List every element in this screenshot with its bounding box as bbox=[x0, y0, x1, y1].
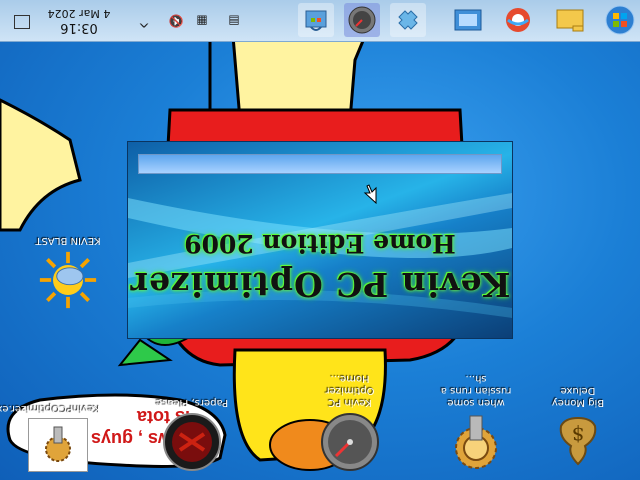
windows-start-icon bbox=[605, 5, 635, 35]
gamepad-icon bbox=[398, 10, 418, 30]
desktop-icon-kevin-exe[interactable]: KevinPCOptimizer.exe bbox=[0, 402, 100, 472]
clock-date: 4 Mar 2024 bbox=[47, 7, 111, 20]
desktop-icon-big-money[interactable]: $ Big Money Deluxe bbox=[536, 384, 620, 472]
desktop-icon-kevin-optimizer-home[interactable]: Kevin PC Optimizer Home... bbox=[308, 372, 392, 472]
taskbar-store[interactable] bbox=[298, 3, 334, 37]
svg-text:$: $ bbox=[572, 423, 585, 447]
taskbar-settings-app[interactable] bbox=[450, 3, 486, 37]
taskbar-file-explorer[interactable] bbox=[552, 3, 588, 37]
start-button[interactable] bbox=[602, 3, 638, 37]
gear-gold-icon bbox=[446, 412, 506, 472]
settings-app-icon bbox=[454, 9, 482, 31]
progress-fill bbox=[139, 155, 501, 173]
loading-progress-bar bbox=[138, 154, 502, 174]
volume-muted-icon[interactable]: 🔇 bbox=[168, 13, 184, 29]
taskbar-gamepad[interactable] bbox=[390, 3, 426, 37]
taskbar-clock[interactable]: 03:16 4 Mar 2024 bbox=[42, 6, 116, 35]
splash-title: Kevin PC Optimizer bbox=[129, 265, 511, 304]
money-bag-icon: $ bbox=[548, 412, 608, 472]
chevron-up-icon[interactable]: ^ bbox=[136, 13, 152, 29]
network-icon[interactable]: ▦ bbox=[194, 13, 210, 29]
rotated-desktop: indows , guys is tota $ Big Money Deluxe… bbox=[0, 0, 640, 480]
show-desktop-icon[interactable] bbox=[14, 15, 30, 29]
desktop-icon-russian[interactable]: when some russian runs a sh... bbox=[434, 372, 518, 472]
edge-icon bbox=[506, 8, 530, 32]
clock-time: 03:16 bbox=[60, 20, 98, 35]
splash-subtitle: Home Edition 2009 bbox=[184, 229, 456, 258]
file-explorer-icon bbox=[556, 9, 584, 32]
speedometer-icon bbox=[348, 6, 376, 34]
speedometer-icon bbox=[320, 412, 380, 472]
taskbar: ▤ ▦ 🔇 ^ 03:16 4 Mar 2024 bbox=[0, 0, 640, 42]
gear-small-icon bbox=[28, 418, 88, 472]
sun-cloud-icon bbox=[38, 250, 98, 310]
desktop-icon-papers-please[interactable]: Papers, Please bbox=[150, 396, 234, 472]
optimizer-splash-window: Kevin PC Optimizer Home Edition 2009 bbox=[128, 142, 512, 338]
store-icon bbox=[305, 10, 327, 31]
mouse-cursor bbox=[363, 184, 377, 204]
desktop-icon-kevin-blast[interactable]: KEVIN BLAST bbox=[26, 234, 110, 310]
file-icon[interactable]: ▤ bbox=[226, 13, 242, 29]
papers-please-icon bbox=[162, 412, 222, 472]
taskbar-edge[interactable] bbox=[500, 3, 536, 37]
taskbar-optimizer[interactable] bbox=[344, 3, 380, 37]
